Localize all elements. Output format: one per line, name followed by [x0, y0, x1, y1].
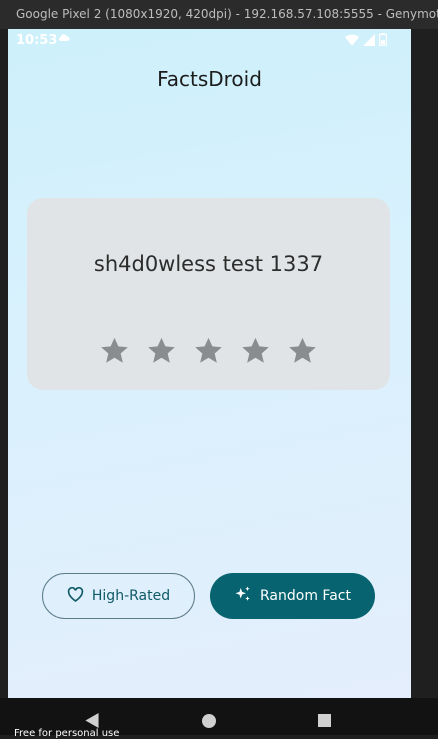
rating-stars [27, 336, 390, 365]
random-fact-label: Random Fact [260, 588, 351, 604]
high-rated-label: High-Rated [91, 588, 171, 604]
star-icon[interactable] [194, 336, 223, 365]
recent-apps-icon[interactable] [318, 714, 331, 727]
random-fact-button[interactable]: Random Fact [210, 573, 375, 619]
fact-card: sh4d0wless test 1337 [27, 198, 390, 390]
cloud-icon [58, 32, 70, 48]
fact-text: sh4d0wless test 1337 [93, 252, 324, 276]
star-icon[interactable] [147, 336, 176, 365]
home-icon[interactable] [202, 714, 216, 728]
watermark: Free for personal use [14, 728, 120, 739]
signal-icon [363, 33, 375, 50]
star-icon[interactable] [100, 336, 129, 365]
status-bar: 10:53 [8, 29, 411, 53]
sparkles-icon [234, 585, 252, 607]
app-title: FactsDroid [157, 67, 262, 91]
status-time: 10:53 [16, 33, 58, 48]
star-icon[interactable] [288, 336, 317, 365]
star-icon[interactable] [241, 336, 270, 365]
battery-icon [378, 33, 388, 50]
heart-icon [67, 586, 84, 606]
emulator-window-title: Google Pixel 2 (1080x1920, 420dpi) - 192… [0, 0, 438, 29]
phone-screen: 10:53 FactsDroid sh4d0wless test 1337 Hi… [8, 29, 411, 698]
high-rated-button[interactable]: High-Rated [42, 573, 195, 619]
wifi-icon [345, 34, 359, 50]
status-icons [345, 33, 388, 50]
